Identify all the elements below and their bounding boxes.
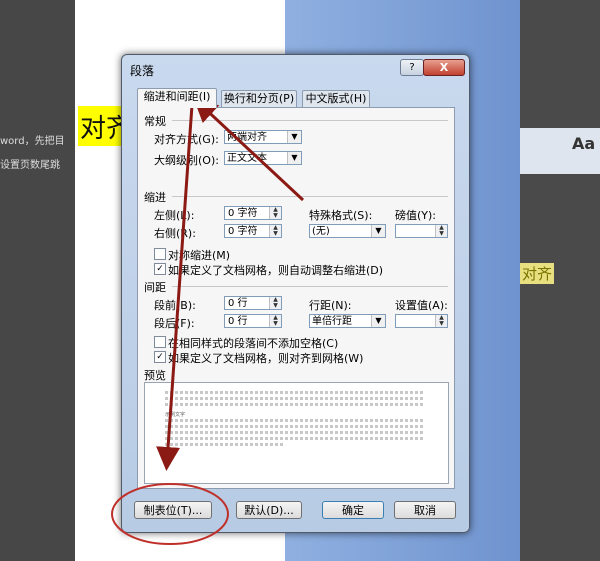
annotation-arrow xyxy=(193,97,305,202)
annotation-overlay xyxy=(111,97,305,545)
annotation-arrow xyxy=(156,104,194,471)
tab-indent-spacing[interactable]: 缩进和间距(I) xyxy=(137,88,217,108)
annotation-circle xyxy=(111,483,229,545)
